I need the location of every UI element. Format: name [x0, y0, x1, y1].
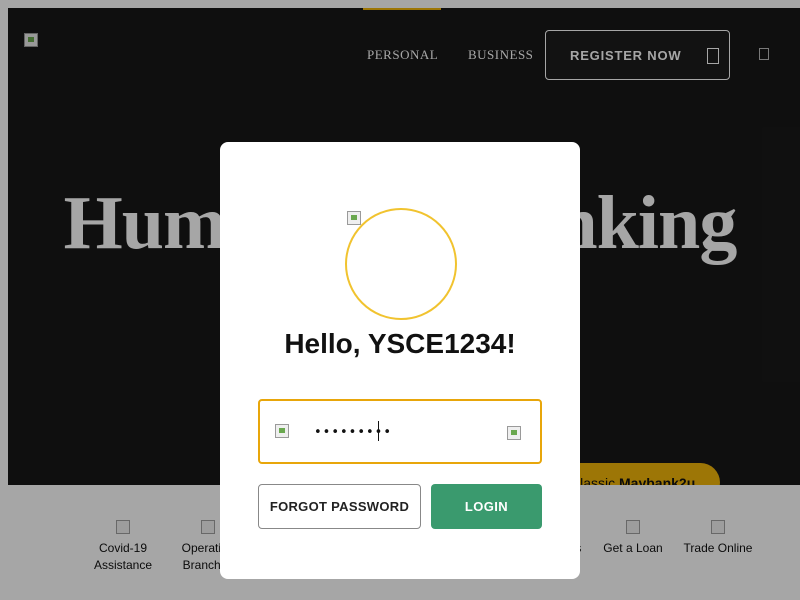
password-input[interactable] [312, 419, 496, 445]
forgot-password-button[interactable]: FORGOT PASSWORD [258, 484, 421, 529]
login-modal: Hello, YSCE1234! FORGOT PASSWORD LOGIN [220, 142, 580, 579]
login-button[interactable]: LOGIN [431, 484, 542, 529]
password-field[interactable] [258, 399, 542, 464]
lock-icon [275, 424, 289, 438]
security-image-icon [347, 211, 361, 225]
show-password-icon[interactable] [507, 426, 521, 440]
security-image-frame [345, 208, 457, 320]
greeting-text: Hello, YSCE1234! [284, 328, 516, 359]
text-cursor [378, 421, 379, 441]
